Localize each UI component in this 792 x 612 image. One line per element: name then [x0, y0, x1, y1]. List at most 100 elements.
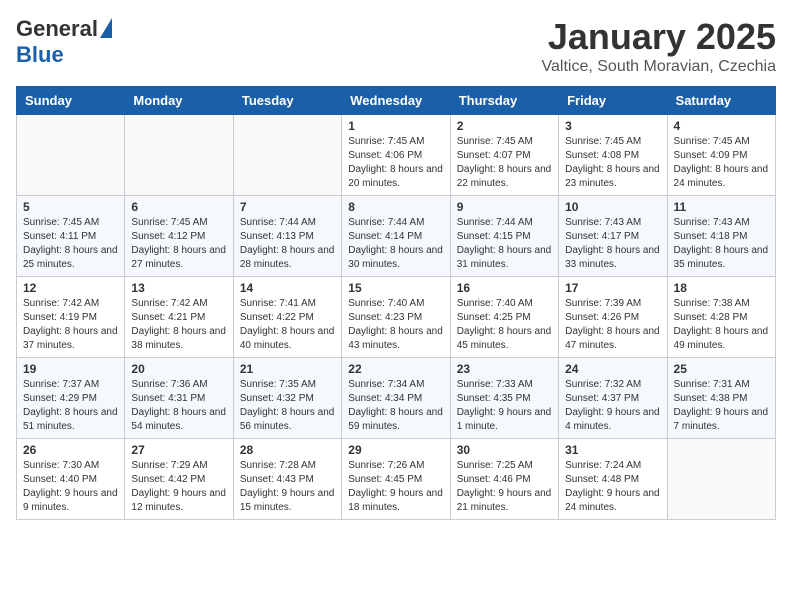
day-number: 24 — [565, 362, 660, 376]
day-info: Sunrise: 7:32 AMSunset: 4:37 PMDaylight:… — [565, 378, 660, 434]
day-info: Sunrise: 7:31 AMSunset: 4:38 PMDaylight:… — [674, 378, 769, 434]
calendar-cell: 7 Sunrise: 7:44 AMSunset: 4:13 PMDaylight… — [233, 196, 341, 277]
day-info: Sunrise: 7:40 AMSunset: 4:23 PMDaylight:… — [348, 297, 443, 353]
day-info: Sunrise: 7:39 AMSunset: 4:26 PMDaylight:… — [565, 297, 660, 353]
calendar-header-row: SundayMondayTuesdayWednesdayThursdayFrid… — [17, 87, 776, 115]
day-info: Sunrise: 7:42 AMSunset: 4:21 PMDaylight:… — [131, 297, 226, 353]
weekday-header: Monday — [125, 87, 233, 115]
calendar-cell: 6 Sunrise: 7:45 AMSunset: 4:12 PMDaylight… — [125, 196, 233, 277]
calendar-cell: 10 Sunrise: 7:43 AMSunset: 4:17 PMDayligh… — [559, 196, 667, 277]
day-info: Sunrise: 7:43 AMSunset: 4:18 PMDaylight:… — [674, 216, 769, 272]
day-number: 4 — [674, 119, 769, 133]
weekday-header: Friday — [559, 87, 667, 115]
calendar-cell: 30 Sunrise: 7:25 AMSunset: 4:46 PMDayligh… — [450, 439, 558, 520]
calendar-cell: 23Sunrise: 7:33 AMSunset: 4:35 PMDayligh… — [450, 358, 558, 439]
day-number: 31 — [565, 443, 660, 457]
calendar-cell: 22 Sunrise: 7:34 AMSunset: 4:34 PMDayligh… — [342, 358, 450, 439]
calendar-cell: 5 Sunrise: 7:45 AMSunset: 4:11 PMDaylight… — [17, 196, 125, 277]
day-number: 10 — [565, 200, 660, 214]
calendar-cell: 31 Sunrise: 7:24 AMSunset: 4:48 PMDayligh… — [559, 439, 667, 520]
day-info: Sunrise: 7:45 AMSunset: 4:12 PMDaylight:… — [131, 216, 226, 272]
day-info: Sunrise: 7:34 AMSunset: 4:34 PMDaylight:… — [348, 378, 443, 434]
calendar-cell: 28 Sunrise: 7:28 AMSunset: 4:43 PMDayligh… — [233, 439, 341, 520]
day-info: Sunrise: 7:28 AMSunset: 4:43 PMDaylight:… — [240, 459, 335, 515]
day-info: Sunrise: 7:44 AMSunset: 4:13 PMDaylight:… — [240, 216, 335, 272]
calendar-cell: 4Sunrise: 7:45 AMSunset: 4:09 PMDaylight… — [667, 115, 775, 196]
day-number: 15 — [348, 281, 443, 295]
day-info: Sunrise: 7:38 AMSunset: 4:28 PMDaylight:… — [674, 297, 769, 353]
day-number: 12 — [23, 281, 118, 295]
logo-triangle-icon — [100, 18, 112, 38]
day-info: Sunrise: 7:45 AMSunset: 4:07 PMDaylight:… — [457, 135, 552, 191]
weekday-header: Tuesday — [233, 87, 341, 115]
day-number: 25 — [674, 362, 769, 376]
calendar-cell: 8 Sunrise: 7:44 AMSunset: 4:14 PMDaylight… — [342, 196, 450, 277]
day-number: 22 — [348, 362, 443, 376]
day-number: 20 — [131, 362, 226, 376]
calendar-cell: 21 Sunrise: 7:35 AMSunset: 4:32 PMDayligh… — [233, 358, 341, 439]
day-number: 27 — [131, 443, 226, 457]
day-number: 21 — [240, 362, 335, 376]
day-number: 16 — [457, 281, 552, 295]
day-info: Sunrise: 7:44 AMSunset: 4:14 PMDaylight:… — [348, 216, 443, 272]
day-number: 5 — [23, 200, 118, 214]
day-number: 6 — [131, 200, 226, 214]
day-number: 13 — [131, 281, 226, 295]
calendar-cell: 29Sunrise: 7:26 AMSunset: 4:45 PMDayligh… — [342, 439, 450, 520]
logo: General Blue — [16, 16, 112, 68]
day-number: 2 — [457, 119, 552, 133]
day-info: Sunrise: 7:45 AMSunset: 4:11 PMDaylight:… — [23, 216, 118, 272]
day-info: Sunrise: 7:42 AMSunset: 4:19 PMDaylight:… — [23, 297, 118, 353]
calendar-cell — [233, 115, 341, 196]
calendar-cell: 25 Sunrise: 7:31 AMSunset: 4:38 PMDayligh… — [667, 358, 775, 439]
day-number: 11 — [674, 200, 769, 214]
day-number: 19 — [23, 362, 118, 376]
calendar-cell — [667, 439, 775, 520]
day-info: Sunrise: 7:44 AMSunset: 4:15 PMDaylight:… — [457, 216, 552, 272]
day-number: 17 — [565, 281, 660, 295]
day-info: Sunrise: 7:45 AMSunset: 4:08 PMDaylight:… — [565, 135, 660, 191]
calendar-table: SundayMondayTuesdayWednesdayThursdayFrid… — [16, 86, 776, 520]
calendar-week-row: 5 Sunrise: 7:45 AMSunset: 4:11 PMDaylight… — [17, 196, 776, 277]
calendar-week-row: 1 Sunrise: 7:45 AMSunset: 4:06 PMDaylight… — [17, 115, 776, 196]
month-title: January 2025 — [542, 16, 776, 58]
calendar-cell: 18Sunrise: 7:38 AMSunset: 4:28 PMDayligh… — [667, 277, 775, 358]
calendar-week-row: 19 Sunrise: 7:37 AMSunset: 4:29 PMDayligh… — [17, 358, 776, 439]
calendar-week-row: 12 Sunrise: 7:42 AMSunset: 4:19 PMDayligh… — [17, 277, 776, 358]
day-info: Sunrise: 7:35 AMSunset: 4:32 PMDaylight:… — [240, 378, 335, 434]
calendar-cell: 15 Sunrise: 7:40 AMSunset: 4:23 PMDayligh… — [342, 277, 450, 358]
calendar-cell: 16 Sunrise: 7:40 AMSunset: 4:25 PMDayligh… — [450, 277, 558, 358]
day-info: Sunrise: 7:43 AMSunset: 4:17 PMDaylight:… — [565, 216, 660, 272]
day-number: 1 — [348, 119, 443, 133]
day-number: 3 — [565, 119, 660, 133]
calendar-cell: 17 Sunrise: 7:39 AMSunset: 4:26 PMDayligh… — [559, 277, 667, 358]
day-number: 8 — [348, 200, 443, 214]
calendar-cell: 26Sunrise: 7:30 AMSunset: 4:40 PMDayligh… — [17, 439, 125, 520]
calendar-cell: 19 Sunrise: 7:37 AMSunset: 4:29 PMDayligh… — [17, 358, 125, 439]
day-info: Sunrise: 7:45 AMSunset: 4:06 PMDaylight:… — [348, 135, 443, 191]
day-info: Sunrise: 7:24 AMSunset: 4:48 PMDaylight:… — [565, 459, 660, 515]
calendar-cell: 1 Sunrise: 7:45 AMSunset: 4:06 PMDaylight… — [342, 115, 450, 196]
day-info: Sunrise: 7:37 AMSunset: 4:29 PMDaylight:… — [23, 378, 118, 434]
day-info: Sunrise: 7:25 AMSunset: 4:46 PMDaylight:… — [457, 459, 552, 515]
day-number: 28 — [240, 443, 335, 457]
day-info: Sunrise: 7:40 AMSunset: 4:25 PMDaylight:… — [457, 297, 552, 353]
weekday-header: Wednesday — [342, 87, 450, 115]
day-number: 7 — [240, 200, 335, 214]
calendar-cell: 3 Sunrise: 7:45 AMSunset: 4:08 PMDaylight… — [559, 115, 667, 196]
title-section: January 2025 Valtice, South Moravian, Cz… — [542, 16, 776, 76]
calendar-cell — [17, 115, 125, 196]
location-subtitle: Valtice, South Moravian, Czechia — [542, 58, 776, 76]
day-number: 30 — [457, 443, 552, 457]
page-header: General Blue January 2025 Valtice, South… — [16, 16, 776, 76]
calendar-cell: 11 Sunrise: 7:43 AMSunset: 4:18 PMDayligh… — [667, 196, 775, 277]
calendar-cell: 9Sunrise: 7:44 AMSunset: 4:15 PMDaylight… — [450, 196, 558, 277]
calendar-cell: 12 Sunrise: 7:42 AMSunset: 4:19 PMDayligh… — [17, 277, 125, 358]
day-info: Sunrise: 7:36 AMSunset: 4:31 PMDaylight:… — [131, 378, 226, 434]
day-info: Sunrise: 7:29 AMSunset: 4:42 PMDaylight:… — [131, 459, 226, 515]
day-info: Sunrise: 7:41 AMSunset: 4:22 PMDaylight:… — [240, 297, 335, 353]
day-info: Sunrise: 7:26 AMSunset: 4:45 PMDaylight:… — [348, 459, 443, 515]
calendar-cell: 13 Sunrise: 7:42 AMSunset: 4:21 PMDayligh… — [125, 277, 233, 358]
weekday-header: Sunday — [17, 87, 125, 115]
calendar-cell: 20 Sunrise: 7:36 AMSunset: 4:31 PMDayligh… — [125, 358, 233, 439]
